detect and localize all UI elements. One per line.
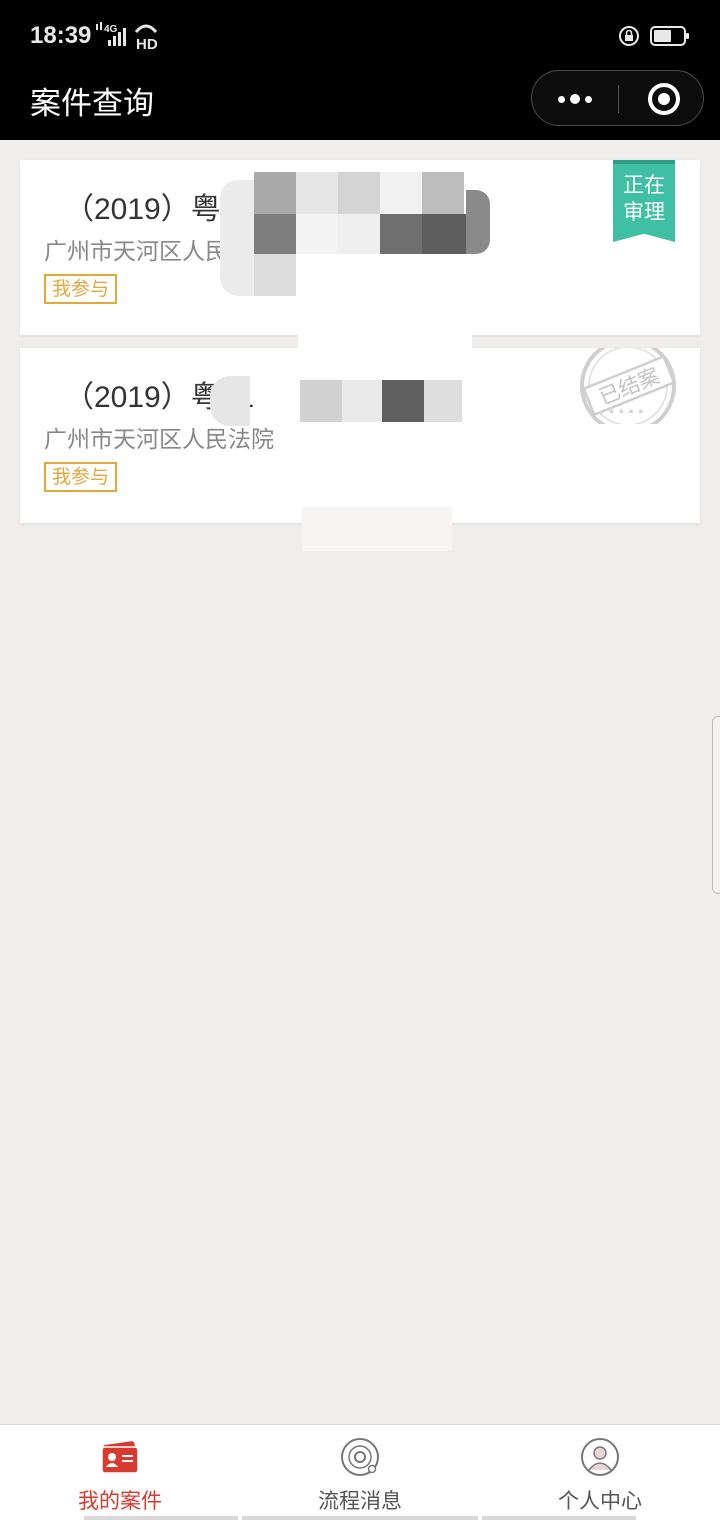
tab-process-messages[interactable]: 流程消息 <box>240 1425 480 1520</box>
redaction-block <box>342 380 382 422</box>
capsule-divider <box>618 85 619 113</box>
status-right <box>618 24 690 48</box>
miniprogram-capsule <box>531 70 704 126</box>
more-dot-icon <box>558 95 565 103</box>
redaction-block <box>210 376 250 426</box>
id-card-icon <box>101 1441 139 1474</box>
redaction-block <box>382 380 424 422</box>
redaction-block <box>424 380 462 422</box>
redaction-block <box>254 254 296 296</box>
case-card[interactable]: （2019）粤0106民初273 广州市天河区人民 我参与 正在 审理 <box>20 160 700 335</box>
tab-underline <box>482 1516 636 1520</box>
ribbon-line2: 审理 <box>623 200 665 224</box>
close-miniprogram-button[interactable] <box>648 83 680 115</box>
more-dot-icon <box>570 94 580 104</box>
more-dot-icon <box>585 95 592 103</box>
ribbon-top-edge <box>613 160 675 164</box>
status-ribbon: 正在 审理 <box>613 160 675 242</box>
user-avatar-icon <box>581 1438 619 1476</box>
svg-text:★ ★ ★ ★: ★ ★ ★ ★ <box>608 407 644 416</box>
more-menu-button[interactable] <box>532 71 618 127</box>
network-type-label: 4G <box>104 24 118 35</box>
redaction-block <box>254 214 296 254</box>
redaction-block <box>380 172 422 214</box>
tab-my-cases[interactable]: 我的案件 <box>0 1425 240 1520</box>
redaction-block <box>302 507 452 551</box>
tab-label: 我的案件 <box>78 1489 162 1513</box>
court-name: 广州市天河区人民 <box>44 239 228 265</box>
tab-label: 流程消息 <box>318 1489 402 1513</box>
redaction-block <box>338 172 380 214</box>
tab-personal-center[interactable]: 个人中心 <box>480 1425 720 1520</box>
edge-drag-handle[interactable] <box>712 716 720 894</box>
redaction-block <box>254 172 296 214</box>
rotation-lock-icon <box>619 26 639 46</box>
role-badge: 我参与 <box>44 462 118 492</box>
battery-icon <box>650 26 689 46</box>
closed-case-stamp-icon: 已结案 ★ ★ ★ ★ <box>580 348 676 424</box>
redaction-block <box>422 214 466 254</box>
status-bar: 18:39 4G HD <box>0 0 720 70</box>
page-title: 案件查询 <box>30 86 154 122</box>
redaction-block <box>298 310 472 350</box>
tab-bar: 我的案件 流程消息 个人中心 <box>0 1424 720 1520</box>
hd-label: HD <box>136 36 158 50</box>
case-card[interactable]: （2019）粤01 广州市天河区人民法院 我参与 已结案 ★ ★ ★ ★ <box>20 348 700 523</box>
redaction-block <box>296 214 338 254</box>
tab-label: 个人中心 <box>558 1489 642 1513</box>
redaction-block <box>296 172 338 214</box>
redaction-block <box>220 180 254 296</box>
redaction-block <box>300 380 342 422</box>
ribbon-line1: 正在 <box>623 173 665 197</box>
redaction-block <box>422 172 464 214</box>
role-badge: 我参与 <box>44 274 118 304</box>
tab-underline <box>242 1516 478 1520</box>
redaction-block <box>380 214 422 254</box>
process-orbit-icon <box>341 1438 379 1476</box>
redaction-block <box>338 214 380 254</box>
status-time: 18:39 <box>30 22 92 49</box>
navigation-bar: 案件查询 <box>0 70 720 140</box>
redaction-block <box>466 190 490 254</box>
tab-underline <box>84 1516 238 1520</box>
signal-icon: 4G HD <box>96 22 158 50</box>
